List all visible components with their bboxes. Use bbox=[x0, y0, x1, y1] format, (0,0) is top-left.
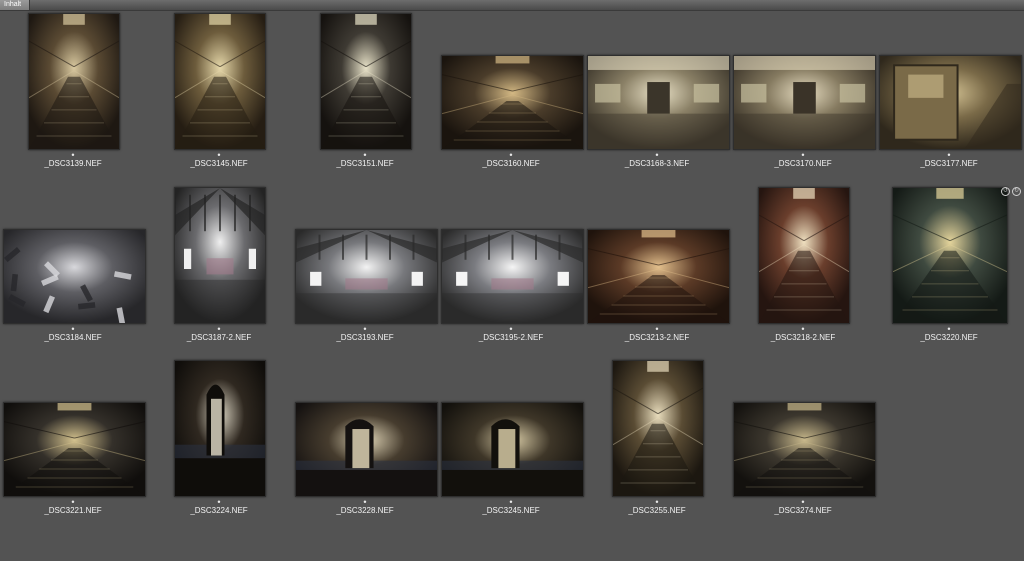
filename-label: _DSC3170.NEF bbox=[774, 159, 832, 168]
rotate-controls[interactable]: ↺ ↻ bbox=[1001, 187, 1023, 196]
thumbnail-image[interactable] bbox=[295, 402, 438, 497]
thumbnail-image[interactable] bbox=[3, 229, 146, 324]
rotate-left-icon[interactable]: ↺ bbox=[1001, 187, 1010, 196]
filename-label: _DSC3245.NEF bbox=[482, 506, 540, 515]
filename-label: _DSC3220.NEF bbox=[920, 333, 978, 342]
filename-label: _DSC3151.NEF bbox=[336, 159, 394, 168]
filename-label: _DSC3139.NEF bbox=[44, 159, 102, 168]
thumbnail-image[interactable] bbox=[28, 13, 120, 150]
thumbnail-image[interactable] bbox=[295, 229, 438, 324]
filename-label: _DSC3228.NEF bbox=[336, 506, 394, 515]
thumbnail-image[interactable] bbox=[758, 187, 850, 324]
filename-label: _DSC3160.NEF bbox=[482, 159, 540, 168]
filename-label: _DSC3218-2.NEF bbox=[770, 333, 836, 342]
thumbnail-image[interactable] bbox=[587, 55, 730, 150]
filename-label: _DSC3145.NEF bbox=[190, 159, 248, 168]
filename-label: _DSC3168-3.NEF bbox=[624, 159, 690, 168]
thumbnail-image[interactable] bbox=[892, 187, 1008, 324]
filename-label: _DSC3193.NEF bbox=[336, 333, 394, 342]
filename-label: _DSC3224.NEF bbox=[190, 506, 248, 515]
thumbnail-image[interactable] bbox=[733, 55, 876, 150]
content-tab[interactable]: Inhalt bbox=[0, 0, 30, 10]
filename-label: _DSC3177.NEF bbox=[920, 159, 978, 168]
thumbnail-image[interactable] bbox=[441, 55, 584, 150]
thumbnail-image[interactable] bbox=[3, 402, 146, 497]
thumbnail-image[interactable] bbox=[174, 187, 266, 324]
filename-label: _DSC3187-2.NEF bbox=[186, 333, 252, 342]
thumbnail-image[interactable] bbox=[587, 229, 730, 324]
filename-label: _DSC3184.NEF bbox=[44, 333, 102, 342]
thumbnail-image[interactable] bbox=[441, 229, 584, 324]
thumbnail-image[interactable] bbox=[441, 402, 584, 497]
filename-label: _DSC3221.NEF bbox=[44, 506, 102, 515]
filename-label: _DSC3213-2.NEF bbox=[624, 333, 690, 342]
thumbnail-image[interactable] bbox=[174, 360, 266, 497]
thumbnail-image[interactable] bbox=[174, 13, 266, 150]
filename-label: _DSC3255.NEF bbox=[628, 506, 686, 515]
thumbnail-image[interactable] bbox=[320, 13, 412, 150]
filename-label: _DSC3274.NEF bbox=[774, 506, 832, 515]
filename-label: _DSC3195-2.NEF bbox=[478, 333, 544, 342]
panel-tab-bar: Inhalt bbox=[0, 0, 1024, 11]
thumbnail-image[interactable] bbox=[612, 360, 704, 497]
thumbnail-image[interactable] bbox=[879, 55, 1022, 150]
thumbnail-image[interactable] bbox=[733, 402, 876, 497]
rotate-right-icon[interactable]: ↻ bbox=[1012, 187, 1021, 196]
